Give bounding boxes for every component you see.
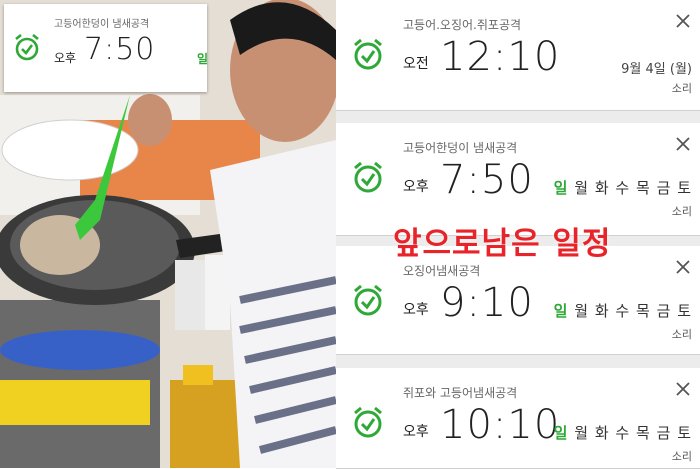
alarm-time: 10:10 [440,402,561,448]
cooking-photo: 고등어한덩이 냄새공격 오후 7:50 일 [0,0,336,468]
alarm-ampm: 오후 [403,302,429,318]
alarm-clock-icon [352,284,384,322]
alarm-clock-icon [352,161,384,199]
alarm-card[interactable]: 고등어.오징어.쥐포공격 오전 12:10 9월 4일 (월) 소리 [336,0,700,111]
alarm-label: 쥐포와 고등어냄새공격 [403,386,518,400]
overlay-caption: 앞으로남은 일정 [393,226,612,262]
close-icon[interactable] [674,380,692,398]
alarm-card[interactable]: 쥐포와 고등어냄새공격 오후 10:10 일 월 화 수 목 금 토 소리 [336,368,700,469]
close-icon[interactable] [674,258,692,276]
close-icon[interactable] [674,12,692,30]
alarm-label: 고등어.오징어.쥐포공격 [403,18,522,32]
alarm-sound-label: 소리 [671,205,692,218]
alarm-sound-label: 소리 [671,328,692,341]
alarm-ampm: 오후 [54,51,77,65]
alarm-time: 7:50 [440,157,534,203]
alarm-sound-label: 소리 [671,82,692,95]
alarm-notification-card[interactable]: 고등어한덩이 냄새공격 오후 7:50 일 [4,4,209,92]
alarm-time: 9:10 [440,280,534,326]
alarm-time: 7:50 [84,32,156,67]
alarm-clock-icon [352,38,384,76]
alarm-label: 고등어한덩이 냄새공격 [54,19,150,30]
alarm-time: 12:10 [440,34,561,80]
alarm-ampm: 오후 [403,424,429,440]
alarm-label: 고등어한덩이 냄새공격 [403,141,518,155]
alarm-ampm: 오후 [403,179,429,195]
alarm-repeat-days: 일 월 화 수 목 금 토 [553,424,692,442]
alarm-label: 오징어냄새공격 [403,264,481,278]
alarm-date: 9월 4일 (월) [621,62,692,77]
alarm-repeat-days: 일 월 화 수 목 금 토 [553,302,692,320]
alarm-sound-label: 소리 [671,450,692,463]
alarm-ampm: 오전 [403,56,429,72]
close-icon[interactable] [674,135,692,153]
alarm-clock-icon [352,406,384,444]
alarm-repeat-days: 일 [197,52,209,66]
alarm-repeat-days: 일 월 화 수 목 금 토 [553,179,692,197]
